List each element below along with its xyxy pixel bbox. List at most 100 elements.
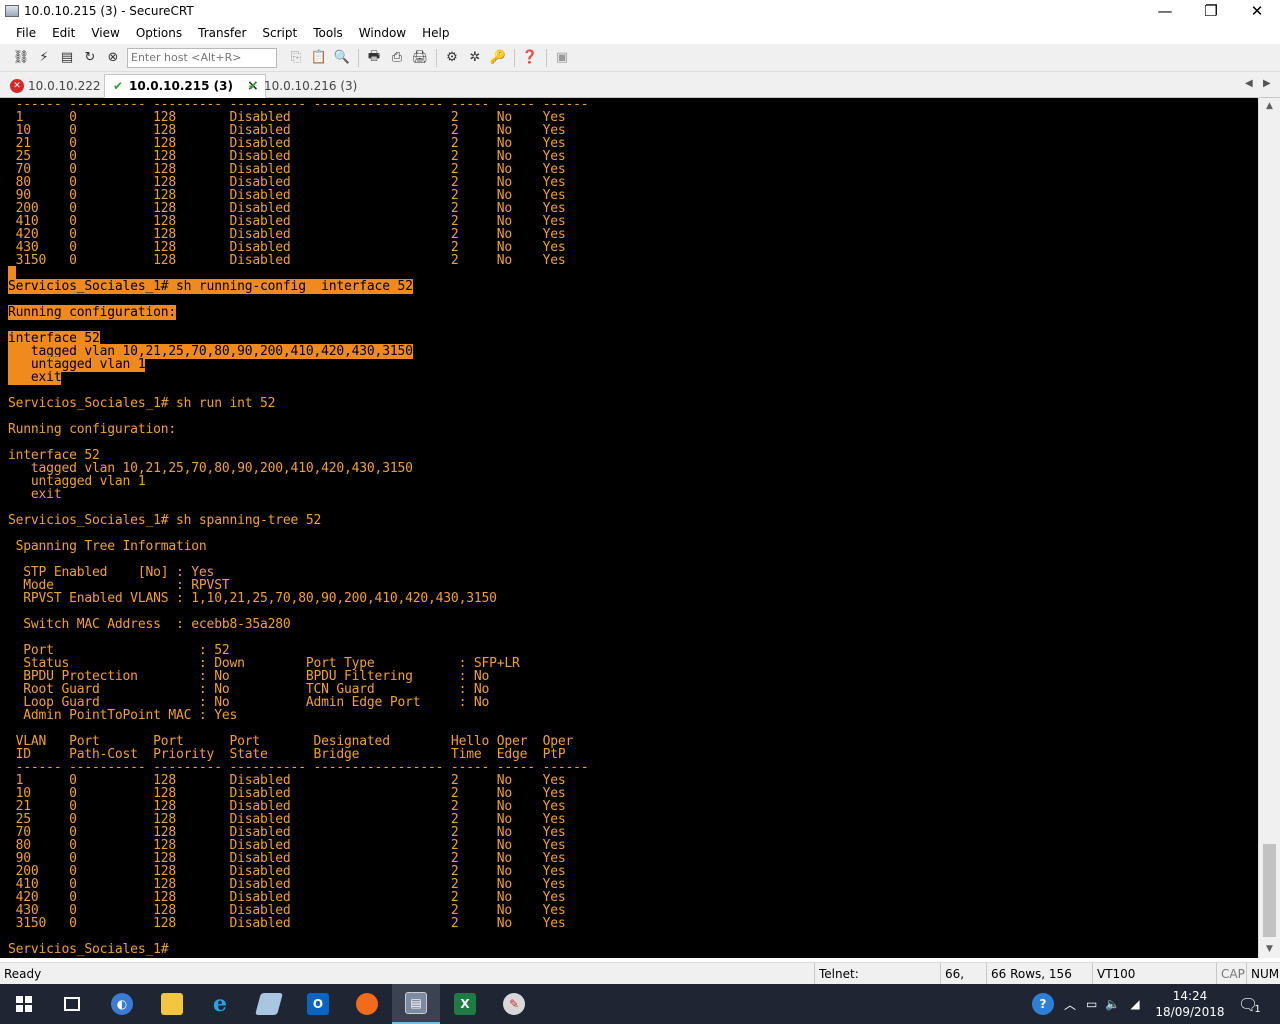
menu-view[interactable]: View (83, 22, 127, 44)
window-title: 10.0.10.215 (3) - SecureCRT (24, 4, 194, 18)
taskbar-firefox[interactable] (343, 984, 391, 1024)
globe-icon: ◐ (111, 993, 133, 1015)
taskbar-outlook[interactable]: O (294, 984, 342, 1024)
folder-icon (161, 993, 183, 1015)
keymap-icon[interactable]: 🔑 (487, 48, 509, 68)
scroll-down-icon[interactable]: ▼ (1259, 941, 1280, 958)
command-line: Servicios_Sociales_1# sh run int 52 (8, 396, 276, 411)
menu-file[interactable]: File (8, 22, 44, 44)
clock-time: 14:24 (1172, 989, 1208, 1003)
network-icon[interactable]: ◢ (1130, 997, 1139, 1011)
toolbar: ⛓ ⚡ ▤ ↻ ⊗ ⎘ 📋 🔍 🖶 ⎙ 🖨 ⚙ ✲ 🔑 ❓ ▣ (0, 44, 1280, 72)
running-config-header: Running configuration: (8, 422, 177, 437)
scroll-thumb[interactable] (1263, 844, 1276, 937)
menu-tools[interactable]: Tools (305, 22, 351, 44)
restore-button[interactable]: ❐ (1188, 0, 1234, 22)
status-caps-lock: CAP (1216, 963, 1249, 985)
stp-rpvst-vlans: RPVST Enabled VLANS : 1,10,21,25,70,80,9… (8, 591, 497, 606)
action-center-button[interactable]: 🗨 1 (1238, 984, 1261, 1024)
paint-icon: ✎ (503, 993, 525, 1015)
find-icon[interactable]: 🔍 (331, 48, 353, 68)
tab-session-216[interactable]: ✔ 10.0.10.216 (3) (240, 74, 363, 98)
close-button[interactable]: ✕ (1234, 0, 1280, 22)
tab-label: 10.0.10.216 (3) (264, 79, 358, 93)
toolbar-separator (358, 48, 359, 67)
tab-label: 10.0.10.215 (3) (129, 79, 233, 93)
vlan-row: 3150 0 128 Disabled 2 No Yes (8, 916, 566, 931)
status-connection: Telnet: 10.0.10.215 (814, 963, 938, 1003)
status-emulation: VT100 (1092, 963, 1152, 985)
stp-heading: Spanning Tree Information (8, 539, 207, 554)
outlook-icon: O (307, 993, 329, 1015)
status-bar: Ready Telnet: 10.0.10.215 66, 23 66 Rows… (0, 962, 1280, 1003)
taskbar-file-explorer[interactable] (148, 984, 196, 1024)
securecrt-icon: ▤ (405, 992, 427, 1014)
taskbar-notes-app[interactable] (245, 984, 293, 1024)
window-controls: — ❐ ✕ (1142, 0, 1280, 22)
menu-edit[interactable]: Edit (44, 22, 83, 44)
minimize-button[interactable]: — (1142, 0, 1188, 22)
excel-icon: X (454, 993, 476, 1015)
print-selection-icon[interactable]: ⎙ (386, 48, 408, 68)
sftp-icon[interactable]: ▣ (551, 48, 573, 68)
taskbar-app-globe[interactable]: ◐ (98, 984, 146, 1024)
connect-icon[interactable]: ⛓ (10, 48, 32, 68)
running-config-header: Running configuration: (8, 305, 177, 320)
terminal-text[interactable]: ------ ---------- --------- ---------- -… (8, 98, 589, 957)
tab-scroll-right-icon[interactable]: ▶ (1263, 78, 1271, 89)
quick-connect-icon[interactable]: ⚡ (33, 48, 55, 68)
task-view-icon (64, 997, 80, 1011)
stp-mac: Switch MAC Address : ecebb8-35a280 (8, 617, 291, 632)
scroll-up-icon[interactable]: ▲ (1259, 98, 1280, 115)
status-ready: Ready (4, 967, 42, 981)
windows-taskbar: ◐ e O ▤ X ✎ ? ︿ ▭ 🔈 ◢ 14:24 18/09/2018 🗨… (0, 984, 1280, 1024)
menu-options[interactable]: Options (128, 22, 190, 44)
copy-icon[interactable]: ⎘ (285, 48, 307, 68)
command-line: Servicios_Sociales_1# sh running-config … (8, 279, 413, 294)
paste-icon[interactable]: 📋 (308, 48, 330, 68)
disconnect-icon[interactable]: ⊗ (102, 48, 124, 68)
command-line: Servicios_Sociales_1# sh spanning-tree 5… (8, 513, 322, 528)
terminal-output[interactable]: ------ ---------- --------- ---------- -… (0, 98, 1258, 958)
start-button[interactable] (0, 984, 48, 1024)
config-exit: exit (8, 370, 62, 385)
windows-logo-icon (16, 996, 32, 1012)
toolbar-separator (436, 48, 437, 67)
volume-icon[interactable]: 🔈 (1105, 997, 1120, 1011)
menu-help[interactable]: Help (414, 22, 457, 44)
help-tray-icon[interactable]: ? (1032, 993, 1054, 1015)
disconnected-icon: ✕ (10, 79, 24, 93)
show-hidden-icons-icon[interactable]: ︿ (1064, 996, 1076, 1013)
clock-date: 18/09/2018 (1155, 1005, 1225, 1019)
session-tab-bar: ✕ 10.0.10.222 (5) ✔ 10.0.10.215 (3) × ✔ … (0, 72, 1280, 98)
stp-admin-p2p: Admin PointToPoint MAC : Yes (8, 708, 238, 723)
terminal-scrollbar[interactable]: ▲ ▼ (1258, 98, 1280, 958)
enter-host-input[interactable] (127, 47, 277, 68)
taskbar-excel[interactable]: X (441, 984, 489, 1024)
menu-window[interactable]: Window (351, 22, 414, 44)
vlan-row: 3150 0 128 Disabled 2 No Yes (8, 253, 566, 268)
battery-icon[interactable]: ▭ (1086, 997, 1097, 1011)
print-icon[interactable]: 🖨 (409, 48, 431, 68)
taskbar-clock[interactable]: 14:24 18/09/2018 (1150, 988, 1230, 1020)
menu-script[interactable]: Script (254, 22, 305, 44)
system-tray: ? ︿ ▭ 🔈 ◢ (1032, 984, 1140, 1024)
firefox-icon (356, 993, 378, 1015)
internet-explorer-icon: e (213, 991, 227, 1017)
status-terminal-size: 66 Rows, 156 Cols (986, 963, 1090, 1003)
tab-scroll-left-icon[interactable]: ◀ (1245, 78, 1253, 89)
menu-bar: File Edit View Options Transfer Script T… (0, 22, 1280, 44)
print-screen-icon[interactable]: 🖶 (363, 48, 385, 68)
help-icon[interactable]: ❓ (519, 48, 541, 68)
current-prompt: Servicios_Sociales_1# (8, 942, 169, 957)
menu-transfer[interactable]: Transfer (190, 22, 254, 44)
task-view-button[interactable] (48, 984, 96, 1024)
connect-in-tab-icon[interactable]: ▤ (56, 48, 78, 68)
global-options-icon[interactable]: ✲ (464, 48, 486, 68)
session-options-icon[interactable]: ⚙ (441, 48, 463, 68)
reconnect-icon[interactable]: ↻ (79, 48, 101, 68)
taskbar-internet-explorer[interactable]: e (196, 984, 244, 1024)
taskbar-paint[interactable]: ✎ (490, 984, 538, 1024)
status-num-lock: NUM (1246, 963, 1280, 985)
taskbar-securecrt[interactable]: ▤ (392, 984, 440, 1024)
